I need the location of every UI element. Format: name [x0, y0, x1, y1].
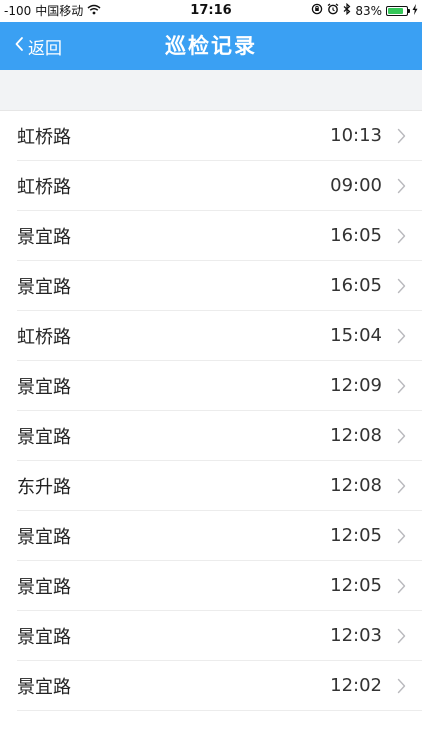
- record-time: 16:05: [330, 275, 382, 296]
- record-row[interactable]: 景宜路 12:09: [17, 361, 422, 411]
- record-row[interactable]: 东升路 12:08: [17, 461, 422, 511]
- record-time: 16:05: [330, 225, 382, 246]
- record-time: 12:09: [330, 375, 382, 396]
- alarm-icon: [327, 0, 339, 22]
- record-time: 10:13: [330, 125, 382, 146]
- record-row[interactable]: 景宜路 12:02: [17, 661, 422, 711]
- record-road-name: 景宜路: [17, 376, 71, 398]
- record-road-name: 景宜路: [17, 276, 71, 298]
- record-row[interactable]: 虹桥路 10:13: [17, 111, 422, 161]
- chevron-right-icon: [394, 627, 408, 645]
- battery-level: [388, 8, 403, 14]
- record-time: 12:02: [330, 675, 382, 696]
- list-header-spacer: [0, 70, 422, 110]
- record-road-name: 虹桥路: [17, 126, 71, 148]
- record-road-name: 景宜路: [17, 526, 71, 548]
- chevron-right-icon: [394, 477, 408, 495]
- record-road-name: 虹桥路: [17, 176, 71, 198]
- record-time: 12:08: [330, 425, 382, 446]
- record-row[interactable]: 景宜路 12:05: [17, 561, 422, 611]
- chevron-right-icon: [394, 677, 408, 695]
- record-row[interactable]: 景宜路 16:05: [17, 261, 422, 311]
- record-row[interactable]: 虹桥路 09:00: [17, 161, 422, 211]
- record-row[interactable]: 景宜路 12:05: [17, 511, 422, 561]
- record-row[interactable]: 景宜路 12:08: [17, 411, 422, 461]
- status-bar: -100 中国移动 17:16 83%: [0, 0, 422, 22]
- charging-icon: [412, 0, 418, 22]
- record-time: 12:03: [330, 625, 382, 646]
- bluetooth-icon: [343, 0, 351, 22]
- chevron-right-icon: [394, 277, 408, 295]
- battery-percent: 83%: [355, 4, 382, 18]
- chevron-right-icon: [394, 527, 408, 545]
- record-row[interactable]: 景宜路 16:05: [17, 211, 422, 261]
- nav-bar: 返回 巡检记录: [0, 22, 422, 70]
- chevron-right-icon: [394, 127, 408, 145]
- record-list: 虹桥路 10:13 虹桥路 09:00 景宜路 16:05 景宜路 16:05 虹桥路 15:04…: [0, 110, 422, 711]
- chevron-right-icon: [394, 177, 408, 195]
- record-time: 09:00: [330, 175, 382, 196]
- chevron-right-icon: [394, 377, 408, 395]
- record-road-name: 景宜路: [17, 626, 71, 648]
- record-time: 12:05: [330, 525, 382, 546]
- record-time: 12:08: [330, 475, 382, 496]
- record-time: 12:05: [330, 575, 382, 596]
- record-row[interactable]: 虹桥路 15:04: [17, 311, 422, 361]
- record-road-name: 景宜路: [17, 426, 71, 448]
- rotation-lock-icon: [311, 0, 323, 22]
- battery-icon: [386, 6, 410, 16]
- record-row[interactable]: 景宜路 12:03: [17, 611, 422, 661]
- page-title: 巡检记录: [165, 34, 257, 58]
- record-road-name: 景宜路: [17, 576, 71, 598]
- screen: -100 中国移动 17:16 83% 返回 巡检记录 虹桥路 10:13 虹桥…: [0, 0, 422, 750]
- status-right: 83%: [311, 0, 418, 22]
- record-road-name: 景宜路: [17, 676, 71, 698]
- battery-cap: [408, 9, 410, 13]
- record-time: 15:04: [330, 325, 382, 346]
- chevron-right-icon: [394, 227, 408, 245]
- chevron-right-icon: [394, 327, 408, 345]
- record-road-name: 东升路: [17, 476, 71, 498]
- chevron-right-icon: [394, 427, 408, 445]
- record-road-name: 虹桥路: [17, 326, 71, 348]
- record-road-name: 景宜路: [17, 226, 71, 248]
- chevron-right-icon: [394, 577, 408, 595]
